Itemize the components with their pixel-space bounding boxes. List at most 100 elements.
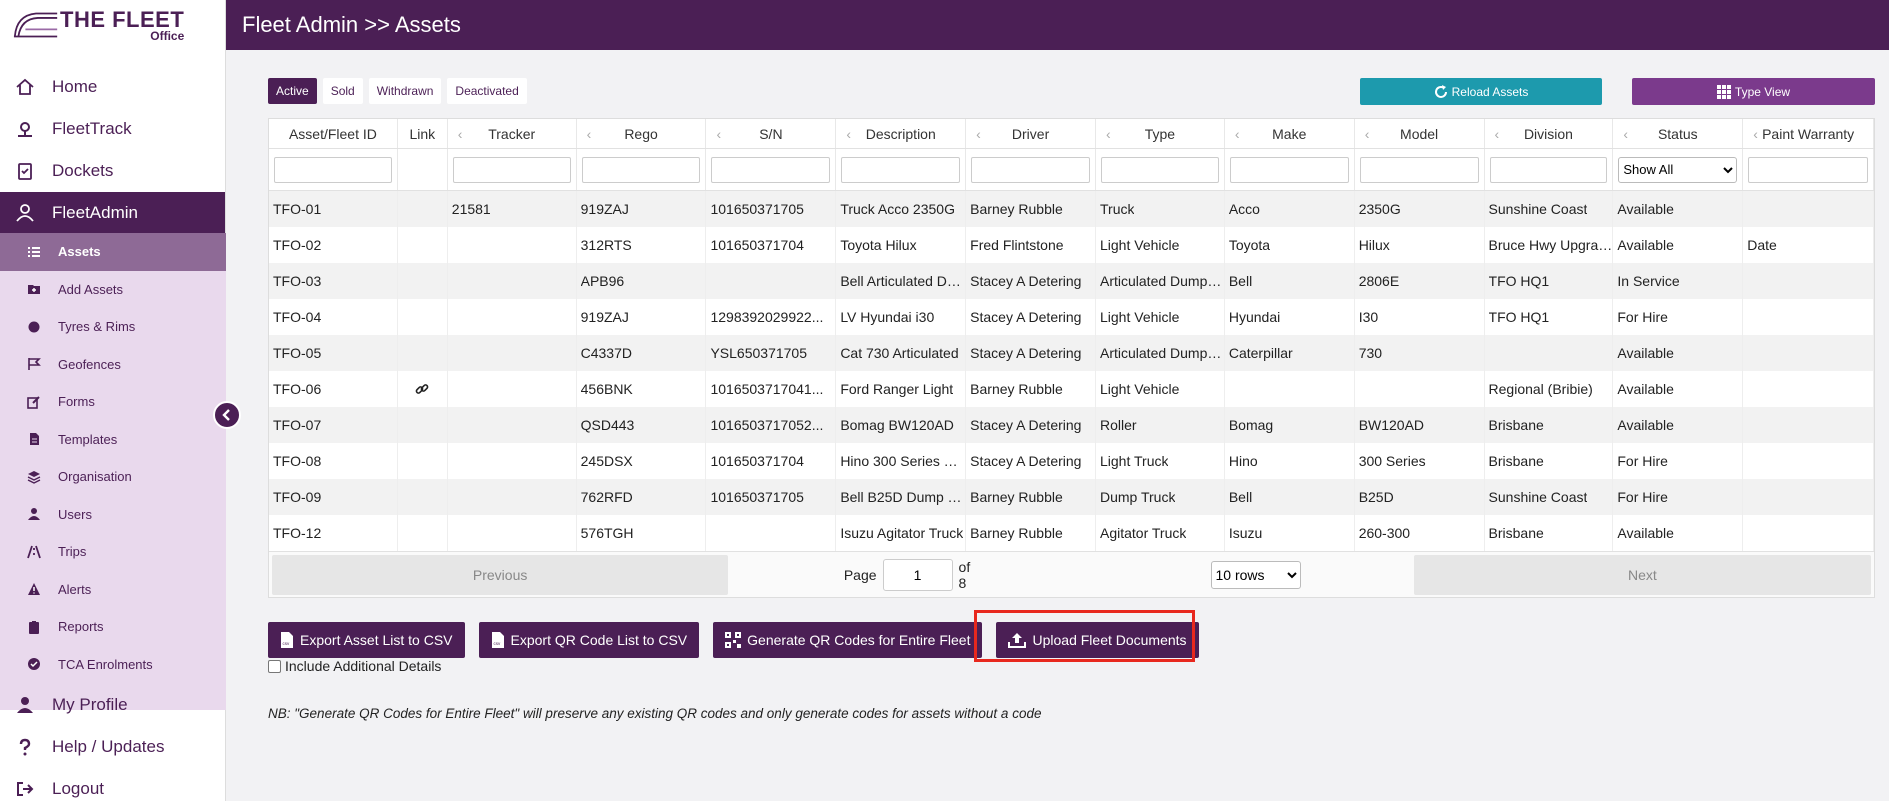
export-asset-csv-button[interactable]: csv Export Asset List to CSV (268, 622, 465, 658)
column-header[interactable]: Asset/Fleet ID (269, 119, 398, 148)
column-filter-input[interactable] (1101, 156, 1219, 183)
top-bar: Fleet Admin >> Assets (226, 0, 1889, 50)
nav-fleettrack[interactable]: FleetTrack (0, 108, 225, 150)
export-qr-csv-button[interactable]: csv Export QR Code List to CSV (478, 622, 700, 658)
nav-home-label: Home (52, 77, 98, 96)
table-row[interactable]: TFO-09 762RFD 101650371705 Bell B25D Dump T… (269, 479, 1875, 515)
column-filter-input[interactable] (1359, 156, 1479, 183)
column-header[interactable]: ‹ Description (836, 119, 967, 148)
sidebar-item-organisation[interactable]: Organisation (0, 458, 226, 496)
column-filter-input[interactable] (971, 156, 1090, 183)
sidebar-item-label: Alerts (58, 581, 92, 597)
sidebar-item-geofences[interactable]: Geofences (0, 346, 226, 384)
nav-logout[interactable]: Logout (0, 768, 226, 801)
table-cell: Light Vehicle (1096, 227, 1225, 263)
collapse-sidebar-button[interactable] (213, 401, 241, 429)
sidebar-item-tca-enrolments[interactable]: TCA Enrolments (0, 646, 226, 684)
column-filter-input[interactable] (711, 156, 831, 183)
type-view-button[interactable]: Type View (1632, 78, 1875, 105)
tab-active[interactable]: Active (268, 78, 317, 104)
resize-handle-icon[interactable]: ‹ (1495, 126, 1500, 142)
column-filter-input[interactable] (274, 156, 392, 183)
generate-qr-codes-button[interactable]: Generate QR Codes for Entire Fleet (713, 622, 983, 658)
column-header[interactable]: ‹ Make (1225, 119, 1355, 148)
sidebar-item-forms[interactable]: Forms (0, 383, 226, 421)
resize-handle-icon[interactable]: ‹ (1623, 126, 1628, 142)
column-filter-input[interactable] (1748, 156, 1869, 183)
sidebar-item-alerts[interactable]: Alerts (0, 571, 226, 609)
rows-per-page-select[interactable]: 10 rows (1210, 560, 1302, 589)
nav-help[interactable]: Help / Updates (0, 726, 226, 768)
table-cell[interactable] (398, 371, 448, 407)
reload-assets-button[interactable]: Reload Assets (1360, 78, 1602, 105)
table-row[interactable]: TFO-04 919ZAJ 1298392029922... LV Hyundai i… (269, 299, 1875, 335)
column-header[interactable]: ‹ Model (1355, 119, 1485, 148)
table-row[interactable]: TFO-06 456BNK 1016503717041... Ford Ranger … (269, 371, 1875, 407)
cell-text: 2350G (1358, 201, 1401, 217)
sidebar-item-templates[interactable]: Templates (0, 421, 226, 459)
sidebar-item-trips[interactable]: Trips (0, 533, 226, 571)
badge-icon (27, 657, 41, 671)
column-header[interactable]: ‹ Tracker (448, 119, 577, 148)
table-row[interactable]: TFO-01 21581 919ZAJ 101650371705 Truck Acco … (269, 191, 1875, 227)
resize-handle-icon[interactable]: ‹ (458, 126, 463, 142)
column-filter-input[interactable] (1229, 156, 1349, 183)
nav-dockets[interactable]: Dockets (0, 150, 225, 192)
brand-logo[interactable]: THE FLEET Office (0, 0, 225, 50)
next-button[interactable]: Next (1413, 554, 1871, 595)
table-row[interactable]: TFO-07 QSD443 1016503717052... Bomag BW120A… (269, 407, 1875, 443)
nav-home[interactable]: Home (0, 66, 225, 108)
resize-handle-icon[interactable]: ‹ (976, 126, 981, 142)
table-header: Asset/Fleet ID Link ‹ Tracker ‹ Rego ‹ S/N ‹ Desc… (269, 119, 1875, 149)
column-header[interactable]: ‹ Rego (577, 119, 707, 148)
column-header-label: Asset/Fleet ID (288, 125, 377, 142)
column-filter-input[interactable] (1489, 156, 1608, 183)
cell-text: Barney Rubble (970, 525, 1063, 541)
resize-handle-icon[interactable]: ‹ (587, 126, 592, 142)
table-row[interactable]: TFO-05 C4337D YSL650371705 Cat 730 Articula… (269, 335, 1875, 371)
column-header[interactable]: ‹ Status (1613, 119, 1744, 148)
filter-cell (1485, 149, 1614, 190)
previous-button[interactable]: Previous (272, 554, 729, 595)
nav-fleetadmin[interactable]: FleetAdmin (0, 192, 225, 234)
table-row[interactable]: TFO-02 312RTS 101650371704 Toyota Hilux Fred… (269, 227, 1875, 263)
table-cell (398, 263, 448, 299)
column-header[interactable]: ‹ Paint Warranty (1743, 119, 1875, 148)
nav-my-profile[interactable]: My Profile (0, 684, 226, 726)
tab-withdrawn[interactable]: Withdrawn (368, 78, 442, 104)
status-filter-select[interactable]: Show All (1618, 156, 1738, 183)
sidebar-item-add-assets[interactable]: Add Assets (0, 271, 226, 309)
column-filter-input[interactable] (452, 156, 571, 183)
table-cell: 919ZAJ (577, 299, 707, 335)
table-cell: Brisbane (1485, 443, 1614, 479)
resize-handle-icon[interactable]: ‹ (1365, 126, 1370, 142)
include-details-checkbox[interactable] (268, 659, 281, 673)
tab-sold[interactable]: Sold (322, 78, 363, 104)
column-header[interactable]: ‹ Type (1096, 119, 1225, 148)
sidebar-item-tyres[interactable]: Tyres & Rims (0, 308, 226, 346)
column-header[interactable]: ‹ Driver (966, 119, 1096, 148)
column-header[interactable]: ‹ Division (1485, 119, 1614, 148)
page-number-input[interactable] (882, 558, 953, 591)
tab-deactivated[interactable]: Deactivated (447, 78, 527, 104)
column-filter-input[interactable] (841, 156, 961, 183)
link-icon[interactable] (415, 382, 429, 396)
cell-text: Hyundai (1228, 309, 1281, 325)
warning-icon (27, 582, 41, 596)
sidebar-item-users[interactable]: Users (0, 496, 226, 534)
resize-handle-icon[interactable]: ‹ (1753, 126, 1758, 142)
resize-handle-icon[interactable]: ‹ (846, 126, 851, 142)
resize-handle-icon[interactable]: ‹ (1235, 126, 1240, 142)
column-filter-input[interactable] (581, 156, 701, 183)
resize-handle-icon[interactable]: ‹ (716, 126, 721, 142)
column-header[interactable]: ‹ S/N (706, 119, 837, 148)
table-row[interactable]: TFO-08 245DSX 101650371704 Hino 300 Series … (269, 443, 1875, 479)
sidebar-item-assets[interactable]: Assets (0, 233, 226, 271)
resize-handle-icon[interactable]: ‹ (1106, 126, 1111, 142)
sidebar-item-reports[interactable]: Reports (0, 608, 226, 646)
column-header[interactable]: Link (398, 119, 448, 148)
table-row[interactable]: TFO-12 576TGH Isuzu Agitator Truck Barney R… (269, 515, 1875, 551)
table-row[interactable]: TFO-03 APB96 Bell Articulated Dump Truck St… (269, 263, 1875, 299)
table-cell: Toyota Hilux (836, 227, 967, 263)
include-details-option[interactable]: Include Additional Details (268, 658, 441, 674)
